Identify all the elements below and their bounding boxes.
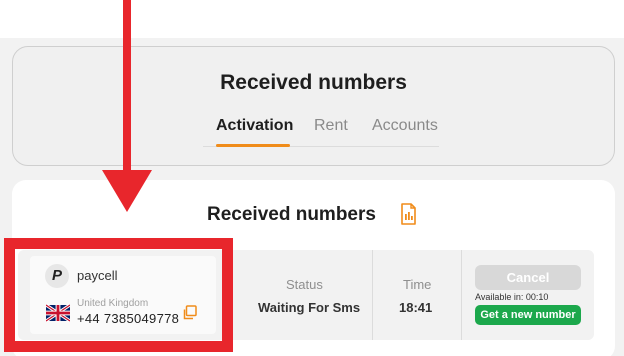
status-column-header: Status — [286, 277, 323, 292]
column-divider — [461, 250, 462, 340]
get-new-number-button[interactable]: Get a new number — [475, 305, 581, 325]
time-value: 18:41 — [399, 300, 433, 315]
arrow-shaft — [123, 0, 131, 172]
received-numbers-header-card: Received numbers Activation Rent Account… — [12, 46, 615, 166]
tab-rent[interactable]: Rent — [314, 117, 348, 135]
highlight-box — [4, 238, 233, 352]
available-in-timer: Available in: 00:10 — [475, 292, 549, 302]
active-tab-indicator — [216, 144, 290, 147]
document-icon[interactable] — [400, 203, 417, 225]
list-title: Received numbers — [207, 204, 376, 225]
status-value: Waiting For Sms — [258, 300, 361, 315]
tab-accounts[interactable]: Accounts — [372, 117, 438, 135]
tab-activation[interactable]: Activation — [216, 117, 293, 135]
page-title: Received numbers — [220, 71, 407, 94]
arrow-down-icon — [102, 170, 152, 212]
tab-bar: Activation Rent Accounts — [203, 115, 439, 147]
cancel-button[interactable]: Cancel — [475, 265, 581, 290]
time-column-header: Time — [403, 277, 432, 292]
column-divider — [372, 250, 373, 340]
